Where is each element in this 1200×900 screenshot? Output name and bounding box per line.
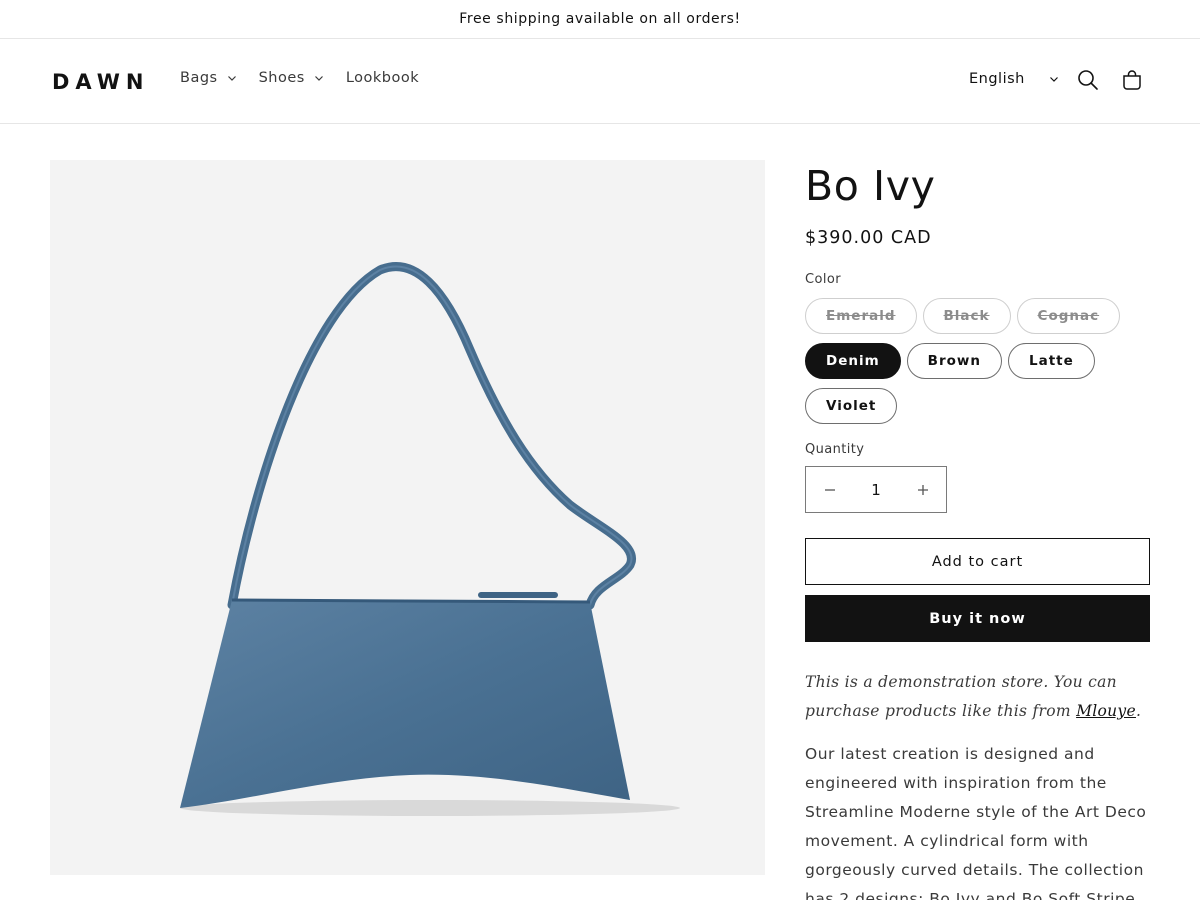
demo-note-text: This is a demonstration store. You can p… (805, 673, 1117, 720)
nav-item-label: Shoes (258, 70, 305, 86)
quantity-input[interactable]: 1 (856, 481, 896, 499)
store-logo[interactable]: DAWN (52, 70, 149, 94)
quantity-label: Quantity (805, 442, 865, 457)
demo-note-suffix: . (1135, 702, 1142, 720)
nav-item-label: Bags (180, 70, 218, 86)
language-label: English (969, 71, 1025, 87)
search-icon[interactable] (1077, 69, 1099, 91)
color-option-cognac[interactable]: Cognac (1016, 298, 1121, 334)
product-price: $390.00 CAD (805, 228, 932, 248)
color-option-denim[interactable]: Denim (805, 343, 901, 379)
main-nav: Bags Shoes Lookbook (180, 70, 441, 86)
quantity-stepper: 1 (805, 466, 947, 513)
add-to-cart-button[interactable]: Add to cart (805, 538, 1150, 585)
color-option-violet[interactable]: Violet (805, 388, 898, 424)
color-options: Emerald Black Cognac Denim Brown Latte V… (805, 298, 1150, 433)
cart-icon[interactable] (1121, 69, 1143, 91)
nav-item-bags[interactable]: Bags (180, 70, 237, 86)
color-label: Color (805, 272, 841, 287)
buy-now-button[interactable]: Buy it now (805, 595, 1150, 642)
product-image[interactable] (50, 160, 765, 875)
language-selector[interactable]: English (969, 71, 1059, 87)
increase-quantity-button[interactable] (899, 467, 946, 512)
site-header: DAWN Bags Shoes Lookbook English (0, 39, 1200, 124)
nav-item-lookbook[interactable]: Lookbook (346, 70, 419, 86)
announcement-bar: Free shipping available on all orders! (0, 0, 1200, 39)
product-description: Our latest creation is designed and engi… (805, 745, 1147, 900)
mlouye-link[interactable]: Mlouye (1076, 702, 1136, 720)
chevron-down-icon (314, 76, 323, 81)
color-option-black[interactable]: Black (922, 298, 1011, 334)
color-option-brown[interactable]: Brown (906, 343, 1002, 379)
chevron-down-icon (227, 76, 236, 81)
product-title: Bo Ivy (805, 162, 936, 210)
decrease-quantity-button[interactable] (806, 467, 853, 512)
plus-icon (917, 484, 928, 495)
chevron-down-icon (1050, 77, 1058, 82)
nav-item-label: Lookbook (345, 70, 420, 86)
color-option-latte[interactable]: Latte (1007, 343, 1095, 379)
demo-store-note: This is a demonstration store. You can p… (805, 668, 1150, 726)
minus-icon (824, 488, 835, 491)
announcement-text: Free shipping available on all orders! (459, 11, 741, 27)
color-option-emerald[interactable]: Emerald (805, 298, 917, 334)
handbag-image (180, 262, 680, 816)
product-info: Bo Ivy $390.00 CAD Color Emerald Black C… (805, 160, 1150, 900)
nav-item-shoes[interactable]: Shoes (259, 70, 324, 86)
